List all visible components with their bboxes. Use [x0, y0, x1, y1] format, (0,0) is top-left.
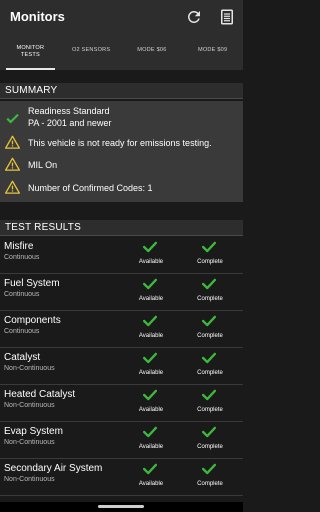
tab-o2-sensors[interactable]: O2 SENSORS: [61, 38, 122, 70]
monitor-type: Non-Continuous: [4, 439, 55, 446]
tab-bar: MONITOR TESTS O2 SENSORS MODE $06 MODE $…: [0, 38, 243, 70]
available-label: Available: [138, 370, 164, 376]
available-check-icon: [143, 240, 157, 253]
available-check-icon: [143, 425, 157, 438]
available-label: Available: [138, 444, 164, 450]
warning-icon: [5, 135, 20, 149]
summary-text: Readiness Standard PA - 2001 and newer: [28, 106, 112, 128]
tab-label: MODE $06: [137, 47, 167, 53]
available-check-icon: [143, 388, 157, 401]
complete-label: Complete: [197, 259, 223, 265]
monitor-type: Non-Continuous: [4, 365, 55, 372]
tab-label: O2 SENSORS: [71, 47, 111, 53]
results-header: TEST RESULTS: [0, 220, 243, 236]
complete-check-icon: [202, 425, 216, 438]
app-bar: Monitors: [0, 0, 243, 38]
warning-icon: [5, 180, 20, 194]
complete-label: Complete: [197, 296, 223, 302]
table-row[interactable]: Evap System Non-Continuous Available Comple…: [0, 422, 243, 459]
complete-check-icon: [202, 314, 216, 327]
monitor-name: Catalyst: [4, 352, 41, 363]
available-check-icon: [143, 351, 157, 364]
summary-text: This vehicle is not ready for emissions …: [28, 138, 212, 148]
tab-monitor-tests[interactable]: MONITOR TESTS: [0, 38, 61, 70]
complete-label: Complete: [197, 444, 223, 450]
monitor-type: Non-Continuous: [4, 476, 55, 483]
monitor-name: Secondary Air System: [4, 463, 103, 474]
table-row[interactable]: Fuel System Continuous Available Complete: [0, 274, 243, 311]
home-indicator[interactable]: [98, 505, 144, 508]
table-row[interactable]: Misfire Continuous Available Complete: [0, 237, 243, 274]
complete-label: Complete: [197, 481, 223, 487]
available-check-icon: [143, 277, 157, 290]
table-row[interactable]: Heated Catalyst Non-Continuous Available Co…: [0, 385, 243, 422]
monitor-name: Evap System: [4, 426, 63, 437]
monitor-name: Heated Catalyst: [4, 389, 76, 400]
summary-text: Number of Confirmed Codes: 1: [28, 183, 153, 193]
summary-text: MIL On: [28, 160, 58, 170]
table-row[interactable]: Secondary Air System Non-Continuous Availa…: [0, 459, 243, 496]
summary-header: SUMMARY: [0, 83, 243, 99]
summary-panel: Readiness Standard PA - 2001 and newer T…: [0, 101, 243, 202]
available-label: Available: [138, 259, 164, 265]
tab-mode-06[interactable]: MODE $06: [122, 38, 183, 70]
results-heading: TEST RESULTS: [5, 222, 81, 233]
complete-check-icon: [202, 462, 216, 475]
table-row[interactable]: Components Continuous Available Complete: [0, 311, 243, 348]
check-icon: [6, 113, 19, 124]
monitor-type: Continuous: [4, 254, 40, 261]
monitor-name: Fuel System: [4, 278, 60, 289]
warning-icon: [5, 157, 20, 171]
available-check-icon: [143, 314, 157, 327]
monitor-name: Components: [4, 315, 61, 326]
complete-label: Complete: [197, 370, 223, 376]
monitor-name: Misfire: [4, 241, 34, 252]
available-check-icon: [143, 462, 157, 475]
complete-label: Complete: [197, 407, 223, 413]
tab-label: MONITOR TESTS: [16, 45, 45, 58]
summary-heading: SUMMARY: [5, 85, 58, 96]
tab-mode-09[interactable]: MODE $09: [182, 38, 243, 70]
refresh-icon[interactable]: [185, 8, 203, 26]
table-row[interactable]: Catalyst Non-Continuous Available Complete: [0, 348, 243, 385]
available-label: Available: [138, 481, 164, 487]
complete-label: Complete: [197, 333, 223, 339]
manual-icon[interactable]: [218, 8, 236, 26]
monitor-type: Continuous: [4, 291, 40, 298]
tab-label: MODE $09: [197, 47, 228, 53]
complete-check-icon: [202, 351, 216, 364]
complete-check-icon: [202, 388, 216, 401]
monitor-type: Non-Continuous: [4, 402, 55, 409]
complete-check-icon: [202, 277, 216, 290]
available-label: Available: [138, 333, 164, 339]
available-label: Available: [138, 296, 164, 302]
page-title: Monitors: [10, 9, 65, 24]
system-nav-bar: [0, 502, 243, 512]
complete-check-icon: [202, 240, 216, 253]
monitor-type: Continuous: [4, 328, 40, 335]
available-label: Available: [138, 407, 164, 413]
